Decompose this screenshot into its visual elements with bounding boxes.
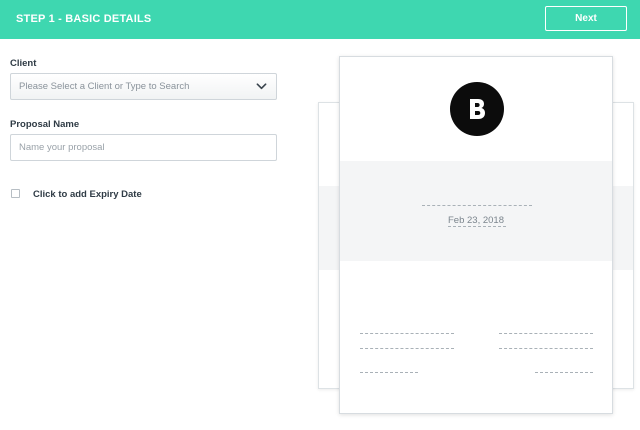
top-bar: STEP 1 - BASIC DETAILS Next: [0, 0, 640, 39]
client-label: Client: [10, 58, 37, 69]
step-title: STEP 1 - BASIC DETAILS: [16, 13, 152, 25]
preview-date-underline: [448, 226, 506, 227]
preview-line-right-1: [499, 333, 593, 334]
preview-line-left-3: [360, 372, 418, 373]
preview-date: Feb 23, 2018: [448, 215, 504, 226]
expiry-date-label[interactable]: Click to add Expiry Date: [33, 189, 142, 200]
preview-title-placeholder: [422, 205, 532, 206]
client-select[interactable]: Please Select a Client or Type to Search: [10, 73, 277, 100]
company-logo: [450, 82, 504, 136]
proposal-name-label: Proposal Name: [10, 119, 80, 130]
preview-line-right-2: [499, 348, 593, 349]
next-button[interactable]: Next: [545, 6, 627, 31]
proposal-preview-page: Feb 23, 2018: [339, 56, 613, 414]
preview-line-left-1: [360, 333, 454, 334]
chevron-down-icon: [256, 83, 267, 90]
preview-line-left-2: [360, 348, 454, 349]
proposal-name-input[interactable]: [10, 134, 277, 161]
preview-title-band: [340, 161, 612, 261]
client-select-placeholder: Please Select a Client or Type to Search: [19, 81, 190, 92]
expiry-date-checkbox[interactable]: [11, 189, 20, 198]
preview-line-right-3: [535, 372, 593, 373]
logo-b-icon: [470, 99, 485, 119]
